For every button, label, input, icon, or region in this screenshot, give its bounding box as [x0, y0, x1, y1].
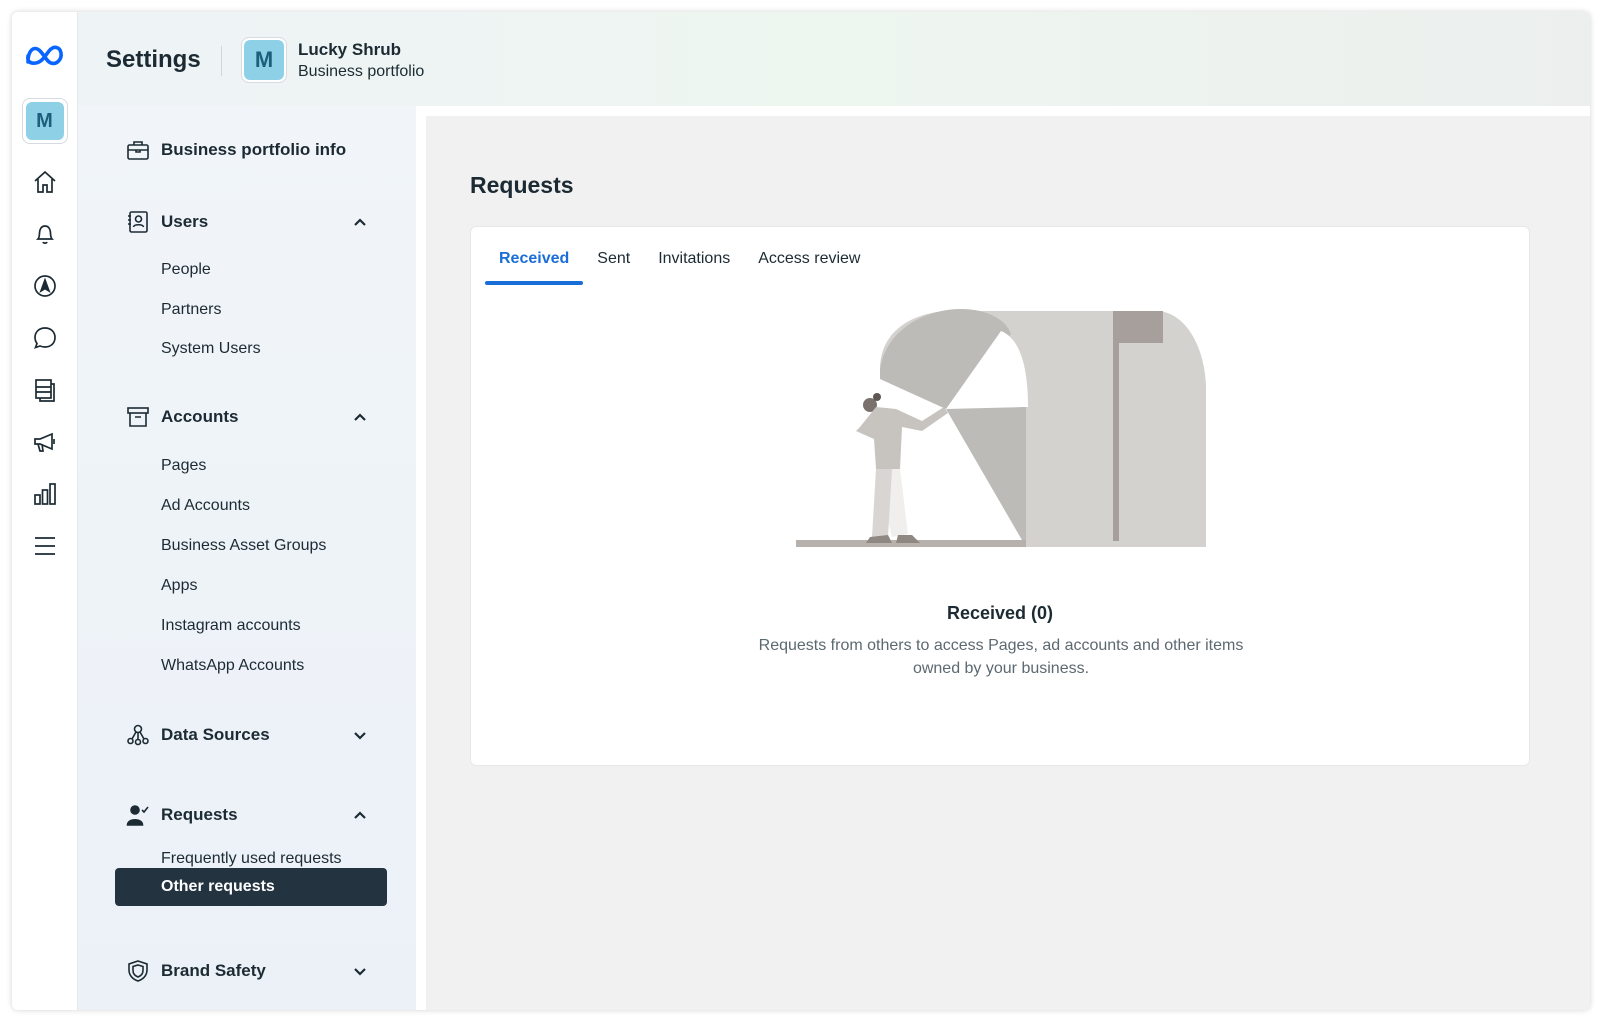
- sidebar-item-other-requests[interactable]: Other requests: [115, 868, 387, 906]
- icon-rail: M: [12, 12, 78, 1010]
- tab-access-review[interactable]: Access review: [744, 247, 874, 283]
- sidebar-item-ad-accounts[interactable]: Ad Accounts: [161, 494, 250, 518]
- sidebar-item-whatsapp-accounts[interactable]: WhatsApp Accounts: [161, 654, 304, 678]
- compass-icon[interactable]: [31, 272, 59, 300]
- megaphone-icon[interactable]: [31, 428, 59, 456]
- empty-mailbox-illustration: [796, 309, 1206, 547]
- pages-icon[interactable]: [31, 376, 59, 404]
- data-sources-icon: [125, 722, 151, 748]
- chevron-down-icon[interactable]: [350, 725, 370, 745]
- sidebar-item-people[interactable]: People: [161, 258, 211, 282]
- empty-state-description: Requests from others to access Pages, ad…: [758, 637, 1244, 677]
- sidebar-item-business-asset-groups[interactable]: Business Asset Groups: [161, 534, 326, 558]
- sidebar-item-apps[interactable]: Apps: [161, 574, 197, 598]
- business-avatar-button[interactable]: M: [21, 98, 68, 144]
- sidebar-label: Accounts: [161, 407, 239, 426]
- person-check-icon: [125, 802, 151, 828]
- page-title-settings: Settings: [106, 46, 201, 73]
- business-initial: M: [244, 40, 284, 80]
- business-type: Business portfolio: [298, 63, 425, 80]
- tab-received[interactable]: Received: [485, 247, 584, 285]
- sidebar-section-data-sources[interactable]: Data Sources: [125, 717, 370, 753]
- bar-chart-icon[interactable]: [31, 480, 59, 508]
- business-name[interactable]: Lucky Shrub: [298, 40, 401, 60]
- home-icon[interactable]: [31, 168, 59, 196]
- shield-icon: [125, 958, 151, 984]
- archive-icon: [125, 404, 151, 430]
- menu-icon[interactable]: [31, 532, 59, 560]
- chevron-down-icon[interactable]: [350, 961, 370, 981]
- sidebar-section-requests[interactable]: Requests: [125, 797, 370, 833]
- chevron-up-icon[interactable]: [350, 407, 370, 427]
- requests-tabs: Received Sent Invitations Access review: [485, 247, 874, 285]
- empty-state-title: Received (0): [946, 603, 1054, 623]
- sidebar-label: Brand Safety: [161, 961, 266, 980]
- tab-invitations[interactable]: Invitations: [644, 247, 744, 283]
- page-title: Requests: [470, 172, 574, 198]
- sidebar-label: Business portfolio info: [161, 140, 347, 159]
- sidebar-label: Data Sources: [161, 725, 270, 744]
- chevron-up-icon[interactable]: [350, 805, 370, 825]
- sidebar-item-instagram-accounts[interactable]: Instagram accounts: [161, 614, 301, 638]
- main-content: Requests Received Sent Invitations Acces…: [416, 106, 1590, 1010]
- sidebar-section-users[interactable]: Users: [125, 204, 370, 240]
- id-card-icon: [125, 209, 151, 235]
- avatar-initial: M: [25, 102, 64, 140]
- header-divider: [221, 46, 222, 76]
- sidebar-item-system-users[interactable]: System Users: [161, 337, 261, 361]
- main-content-area: Requests Received Sent Invitations Acces…: [426, 116, 1590, 1010]
- chat-icon[interactable]: [31, 324, 59, 352]
- meta-logo-icon[interactable]: [24, 42, 66, 68]
- sidebar-section-brand-safety[interactable]: Brand Safety: [125, 953, 370, 989]
- tab-sent[interactable]: Sent: [583, 247, 644, 283]
- app-window: M Settings M Lucky Shrub Business portfo…: [12, 12, 1590, 1010]
- sidebar-item-partners[interactable]: Partners: [161, 298, 221, 322]
- requests-card: Received Sent Invitations Access review: [470, 226, 1530, 766]
- chevron-up-icon[interactable]: [350, 212, 370, 232]
- settings-sidebar: Business portfolio info Users People Par…: [78, 106, 416, 1010]
- sidebar-label: Users: [161, 212, 209, 231]
- bell-icon[interactable]: [31, 220, 59, 248]
- sidebar-item-pages[interactable]: Pages: [161, 454, 206, 478]
- business-portfolio-avatar[interactable]: M: [241, 37, 287, 83]
- sidebar-section-accounts[interactable]: Accounts: [125, 399, 370, 435]
- briefcase-icon: [125, 137, 151, 163]
- sidebar-label: Requests: [161, 805, 238, 824]
- sidebar-item-business-portfolio-info[interactable]: Business portfolio info: [125, 132, 370, 168]
